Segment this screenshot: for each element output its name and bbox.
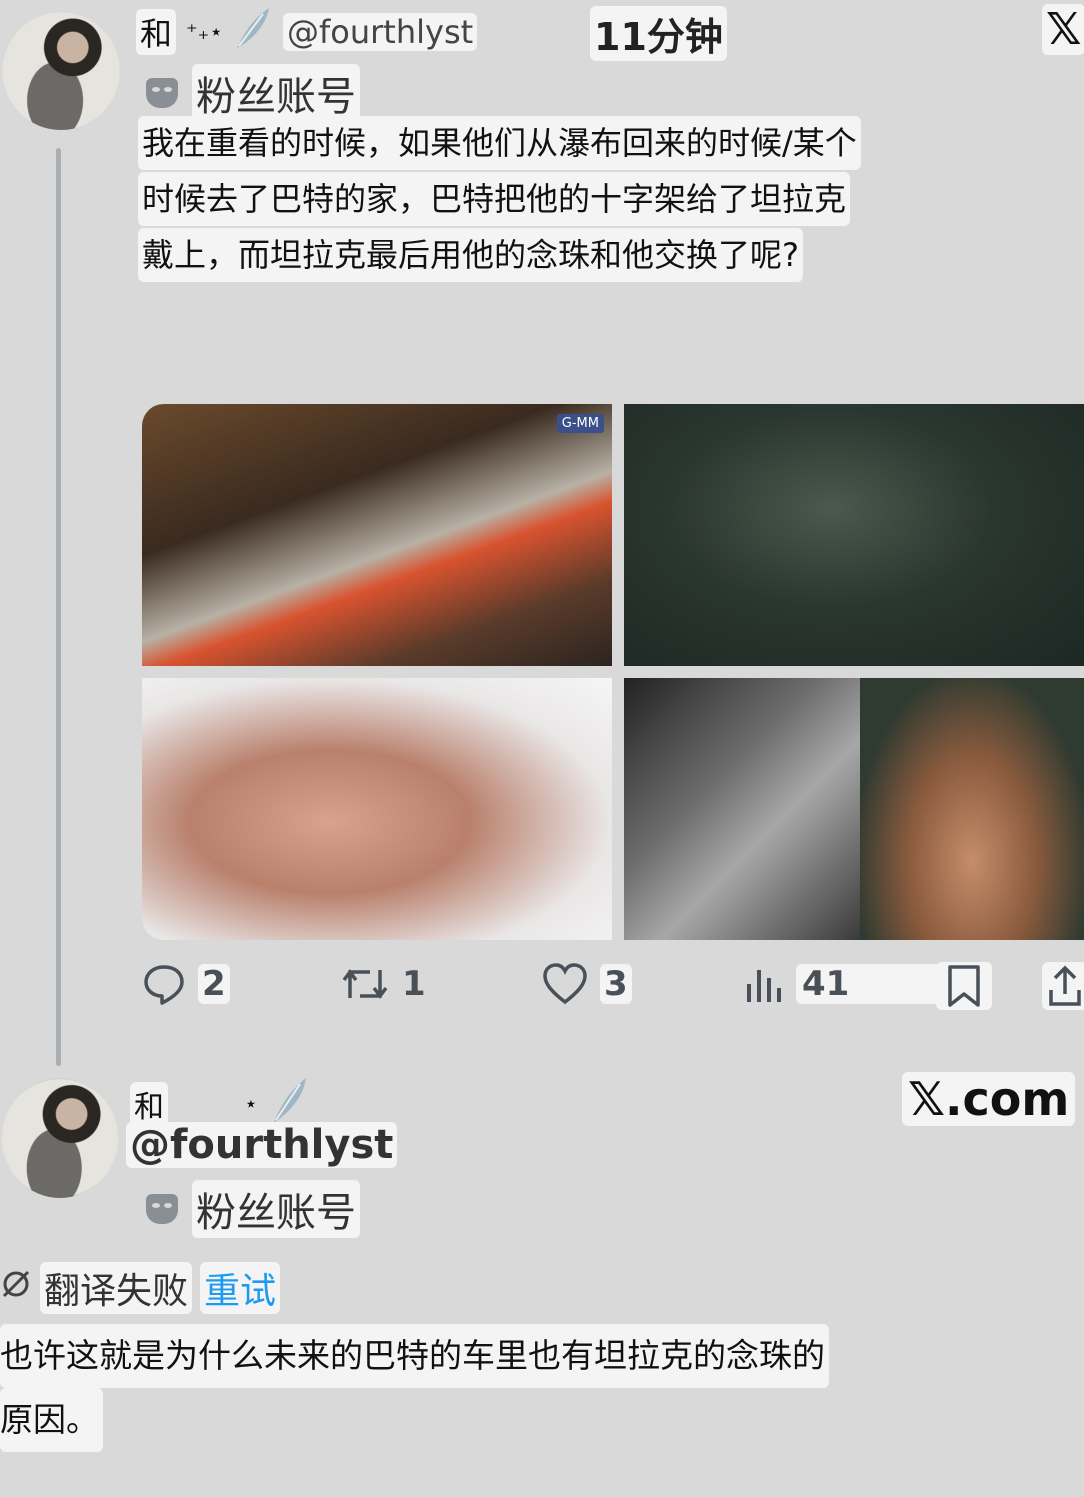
reply-display-name[interactable]: 和 bbox=[130, 1082, 168, 1126]
share-icon bbox=[1042, 962, 1084, 1010]
photo-necklace[interactable] bbox=[860, 678, 1084, 940]
translation-failed-label: 翻译失败 bbox=[40, 1262, 193, 1314]
retweet-icon bbox=[340, 962, 390, 1006]
like-count: 3 bbox=[600, 964, 632, 1004]
reply-badge-label: 粉丝账号 bbox=[192, 1180, 360, 1238]
reply-handle[interactable]: @fourthlyst bbox=[126, 1122, 398, 1168]
retweet-button[interactable]: 1 bbox=[340, 962, 426, 1006]
analytics-icon bbox=[744, 962, 784, 1006]
heart-icon bbox=[542, 962, 588, 1006]
avatar[interactable] bbox=[2, 12, 120, 130]
handle[interactable]: @fourthlyst bbox=[283, 13, 478, 51]
tweet-text-line: 我在重看的时候，如果他们从瀑布回来的时候/某个 bbox=[138, 116, 861, 170]
thread-line bbox=[56, 148, 61, 1066]
x-logo-icon: 𝕏 bbox=[1042, 4, 1084, 55]
reply-text-line: 原因。 bbox=[0, 1388, 103, 1452]
tweet-text-line: 时候去了巴特的家，巴特把他的十字架给了坦拉克 bbox=[138, 172, 851, 226]
mask-icon bbox=[146, 78, 178, 108]
no-translate-icon bbox=[0, 1268, 32, 1309]
retry-link[interactable]: 重试 bbox=[200, 1262, 281, 1314]
photo-rosary-bw[interactable] bbox=[624, 678, 860, 940]
photo-face-mask[interactable] bbox=[142, 678, 612, 940]
timestamp[interactable]: 11分钟 bbox=[590, 6, 727, 61]
feather-icon bbox=[233, 6, 273, 58]
views-count: 41 bbox=[796, 964, 948, 1004]
reply-avatar[interactable] bbox=[2, 1078, 118, 1198]
name-decoration: ⁺₊⋆ bbox=[186, 19, 224, 45]
x-com-label: 𝕏.com bbox=[902, 1072, 1076, 1126]
display-name[interactable]: 和 bbox=[136, 9, 177, 55]
reply-button[interactable]: 2 bbox=[142, 962, 230, 1006]
tweet-text-line: 戴上，而坦拉克最后用他的念珠和他交换了呢? bbox=[138, 228, 803, 282]
bookmark-icon bbox=[936, 962, 992, 1010]
reply-name-decoration: ⋆ bbox=[244, 1091, 258, 1117]
action-bar: 2 1 3 41 bbox=[0, 962, 1084, 1012]
reply-icon bbox=[142, 962, 186, 1006]
retweet-count: 1 bbox=[402, 964, 426, 1004]
like-button[interactable]: 3 bbox=[542, 962, 632, 1006]
fan-account-badge: 粉丝账号 bbox=[146, 64, 360, 122]
mask-icon bbox=[146, 1194, 178, 1224]
tweet-text: 我在重看的时候，如果他们从瀑布回来的时候/某个 时候去了巴特的家，巴特把他的十字… bbox=[138, 116, 918, 284]
reply-count: 2 bbox=[198, 964, 230, 1004]
reply-text: 也许这就是为什么未来的巴特的车里也有坦拉克的念珠的 原因。 bbox=[0, 1324, 960, 1452]
reply-text-line: 也许这就是为什么未来的巴特的车里也有坦拉克的念珠的 bbox=[0, 1324, 829, 1388]
photo-dark-portrait[interactable] bbox=[624, 404, 1084, 666]
reply-fan-account-badge: 粉丝账号 bbox=[146, 1180, 360, 1238]
badge-label: 粉丝账号 bbox=[192, 64, 360, 122]
share-button[interactable] bbox=[1042, 962, 1084, 1010]
author-row: 和 ⁺₊⋆ @fourthlyst bbox=[136, 6, 478, 58]
photo-behind-scenes[interactable]: G-MM bbox=[142, 404, 612, 666]
media-grid: G-MM bbox=[142, 404, 1084, 940]
translation-row: 翻译失败 重试 bbox=[0, 1262, 281, 1314]
bookmark-button[interactable] bbox=[936, 962, 992, 1010]
views-button[interactable]: 41 bbox=[744, 962, 948, 1006]
channel-logo: G-MM bbox=[556, 414, 604, 433]
